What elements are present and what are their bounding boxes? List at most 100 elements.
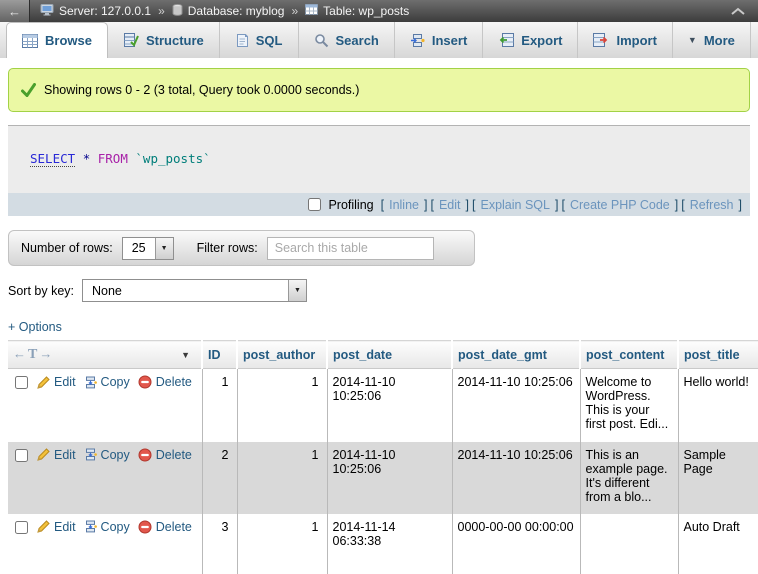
tab-bar: Browse Structure SQL Search Insert Expor…: [0, 22, 758, 58]
query-section: SELECT * FROM `wp_posts` Profiling [ Inl…: [8, 125, 750, 216]
cell-post-author: 1: [237, 442, 327, 514]
column-header-post-date[interactable]: post_date: [327, 341, 452, 369]
rows-filter-bar: Number of rows: 25 ▼ Filter rows:: [8, 230, 475, 266]
breadcrumb-server[interactable]: Server: 127.0.0.1: [40, 4, 151, 19]
cell-post-content: This is an example page. It's different …: [580, 442, 678, 514]
pencil-icon: [37, 520, 50, 533]
select-dropdown-button: ▼: [288, 280, 306, 301]
caret-down-icon: ▼: [294, 287, 301, 294]
filter-rows-label: Filter rows:: [197, 241, 258, 255]
column-header-post-title[interactable]: post_title: [678, 341, 758, 369]
breadcrumb-separator: »: [291, 4, 298, 18]
delete-row-link[interactable]: Delete: [138, 448, 192, 462]
cell-post-author: 1: [237, 514, 327, 574]
cell-post-title: Auto Draft: [678, 514, 758, 574]
profiling-checkbox[interactable]: [308, 198, 321, 211]
breadcrumb-database[interactable]: Database: myblog: [172, 4, 285, 19]
cell-post-date-gmt: 2014-11-10 10:25:06: [452, 369, 580, 442]
delete-row-link[interactable]: Delete: [138, 375, 192, 389]
bracket: [: [381, 198, 384, 212]
row-checkbox[interactable]: [15, 449, 28, 462]
cell-id: 3: [202, 514, 237, 574]
status-message: Showing rows 0 - 2 (3 total, Query took …: [8, 68, 750, 112]
edit-query-link[interactable]: Edit: [439, 198, 461, 212]
copy-row-link[interactable]: Copy: [84, 520, 130, 534]
header-options-caret-icon[interactable]: ▼: [181, 350, 190, 360]
column-header-id[interactable]: ID: [202, 341, 237, 369]
copy-row-link[interactable]: Copy: [84, 448, 130, 462]
tab-import[interactable]: Import: [578, 22, 672, 58]
success-check-icon: [21, 83, 36, 97]
copy-icon: [84, 448, 97, 461]
tab-more[interactable]: ▼ More: [673, 22, 751, 58]
bracket: [: [681, 198, 684, 212]
bracket: [: [472, 198, 475, 212]
cell-id: 2: [202, 442, 237, 514]
column-header-post-date-gmt[interactable]: post_date_gmt: [452, 341, 580, 369]
row-actions-cell: Edit Copy Delete: [8, 369, 202, 442]
tab-structure-label: Structure: [146, 33, 204, 48]
tab-more-label: More: [704, 33, 735, 48]
refresh-link[interactable]: Refresh: [690, 198, 734, 212]
edit-row-link[interactable]: Edit: [37, 520, 76, 534]
row-checkbox[interactable]: [15, 521, 28, 534]
copy-row-link[interactable]: Copy: [84, 375, 130, 389]
select-dropdown-button: ▼: [155, 238, 173, 259]
edit-row-link[interactable]: Edit: [37, 375, 76, 389]
edit-row-link[interactable]: Edit: [37, 448, 76, 462]
move-left-arrow-icon: ←: [13, 346, 26, 361]
number-of-rows-value: 25: [123, 238, 155, 259]
caret-down-icon: ▼: [161, 245, 168, 252]
bracket: [: [430, 198, 433, 212]
breadcrumb-table[interactable]: Table: wp_posts: [305, 4, 409, 18]
status-message-text: Showing rows 0 - 2 (3 total, Query took …: [44, 83, 359, 97]
tab-search[interactable]: Search: [299, 22, 395, 58]
search-icon: [314, 33, 329, 48]
column-header-post-author[interactable]: post_author: [237, 341, 327, 369]
tab-insert-label: Insert: [432, 33, 467, 48]
cell-post-content: Welcome to WordPress. This is your first…: [580, 369, 678, 442]
tab-browse[interactable]: Browse: [6, 22, 108, 58]
back-arrow-icon: ←: [8, 4, 21, 19]
filter-rows-input[interactable]: [267, 237, 434, 260]
delete-icon: [138, 375, 152, 389]
sort-by-key-select[interactable]: None ▼: [82, 279, 307, 302]
cell-post-date: 2014-11-14 06:33:38: [327, 514, 452, 574]
breadcrumb-bar: ← Server: 127.0.0.1 » Database: myblog »…: [0, 0, 758, 22]
database-icon: [172, 4, 183, 19]
explain-sql-link[interactable]: Explain SQL: [480, 198, 549, 212]
move-columns-control[interactable]: ←T→: [13, 346, 52, 363]
tab-insert[interactable]: Insert: [395, 22, 483, 58]
column-header-post-content[interactable]: post_content: [580, 341, 678, 369]
table-row: Edit Copy Delete 1 1 2014-11-10 10:25:06…: [8, 369, 758, 442]
delete-icon: [138, 520, 152, 534]
breadcrumb: Server: 127.0.0.1 » Database: myblog » T…: [40, 4, 409, 19]
options-toggle-link[interactable]: + Options: [8, 320, 62, 334]
insert-icon: [410, 33, 425, 48]
move-right-arrow-icon: →: [39, 346, 52, 361]
row-checkbox[interactable]: [15, 376, 28, 389]
tab-import-label: Import: [616, 33, 656, 48]
bracket: ]: [555, 198, 558, 212]
delete-row-link[interactable]: Delete: [138, 520, 192, 534]
back-button[interactable]: ←: [0, 0, 30, 22]
tab-export[interactable]: Export: [483, 22, 578, 58]
collapse-icon[interactable]: [730, 7, 746, 16]
bracket: [: [561, 198, 564, 212]
breadcrumb-table-label: Table: wp_posts: [323, 4, 409, 18]
table-icon: [305, 4, 318, 18]
tab-sql[interactable]: SQL: [220, 22, 299, 58]
table-row: Edit Copy Delete 2 1 2014-11-10 10:25:06…: [8, 442, 758, 514]
number-of-rows-select[interactable]: 25 ▼: [122, 237, 174, 260]
cell-post-author: 1: [237, 369, 327, 442]
export-icon: [498, 33, 514, 47]
tab-structure[interactable]: Structure: [108, 22, 220, 58]
browse-icon: [22, 34, 38, 48]
table-header-row: ←T→ ▼ ID post_author post_date post_date…: [8, 341, 758, 369]
sql-icon: [235, 33, 249, 48]
inline-link[interactable]: Inline: [389, 198, 419, 212]
bracket: ]: [424, 198, 427, 212]
create-php-code-link[interactable]: Create PHP Code: [570, 198, 670, 212]
move-tee-icon: T: [28, 347, 37, 362]
breadcrumb-separator: »: [158, 4, 165, 18]
